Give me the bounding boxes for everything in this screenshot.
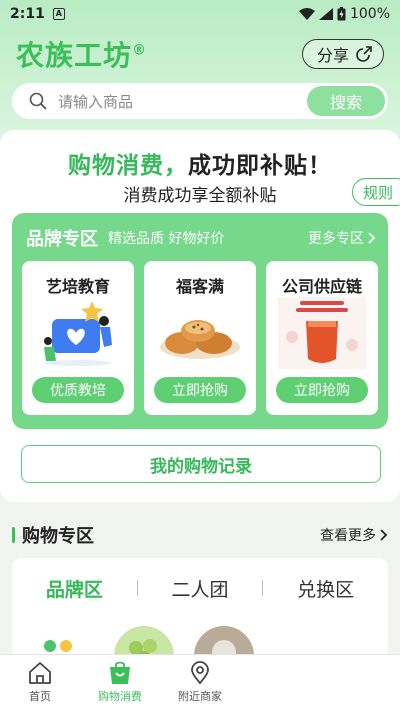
- search-bar: 请输入商品 搜索: [12, 83, 388, 119]
- chevron-right-icon: [380, 529, 388, 541]
- shopping-records-button[interactable]: 我的购物记录: [21, 445, 381, 483]
- tab-two-person-group[interactable]: 二人团: [138, 575, 263, 602]
- share-button[interactable]: 分享: [301, 39, 384, 69]
- brand-card-cta[interactable]: 立即抢购: [276, 377, 368, 403]
- home-icon: [29, 662, 51, 684]
- pastry-product-image: [160, 320, 240, 359]
- search-icon: [29, 92, 47, 110]
- status-indicators: 100%: [298, 6, 390, 22]
- promo-subtitle: 消费成功享全额补贴: [123, 186, 277, 206]
- bottom-navigation: 首页 购物消费 附近商家: [0, 654, 400, 710]
- nav-nearby-label: 附近商家: [178, 690, 222, 703]
- rules-button[interactable]: 规则: [352, 178, 400, 206]
- brand-card-education[interactable]: 艺培教育 优质教培: [22, 261, 134, 415]
- shopping-tabs: 品牌区 二人团 兑换区: [12, 568, 388, 608]
- brand-zone-more-label: 更多专区: [308, 231, 364, 247]
- search-button[interactable]: 搜索: [307, 86, 385, 116]
- app-header: 农族工坊® 分享: [0, 32, 400, 76]
- brand-card-cta[interactable]: 优质教培: [32, 377, 124, 403]
- shopping-bag-icon: [110, 661, 130, 684]
- status-time: 2:11: [10, 6, 45, 22]
- promo-title-dark: 成功即补贴！: [188, 153, 332, 179]
- battery-icon: [337, 7, 346, 21]
- product-thumbnails: [24, 622, 384, 658]
- section-accent-bar: [12, 527, 15, 543]
- brand-zone: 品牌专区 精选品质 好物好价 更多专区 艺培教育 优质教培 福客满 立即抢购 公…: [12, 213, 388, 429]
- brand-zone-more-link[interactable]: 更多专区: [308, 228, 376, 248]
- nav-home-label: 首页: [29, 690, 51, 703]
- nav-home[interactable]: 首页: [0, 655, 80, 710]
- signal-icon: [318, 8, 333, 20]
- shopping-section-more-label: 查看更多: [320, 528, 376, 544]
- promo-title-green: 购物消费，: [68, 153, 188, 179]
- shopping-tabs-card: 品牌区 二人团 兑换区: [12, 558, 388, 658]
- tab-brand-area[interactable]: 品牌区: [12, 575, 137, 602]
- shopping-section-header: 购物专区 查看更多: [12, 522, 388, 548]
- battery-level: 100%: [349, 6, 390, 22]
- honey-jar-product-image: [278, 297, 366, 369]
- registered-mark: ®: [132, 42, 148, 59]
- shopping-section-more-link[interactable]: 查看更多: [320, 525, 388, 545]
- brand-card-name: 艺培教育: [45, 277, 110, 296]
- chevron-right-icon: [368, 232, 376, 244]
- brand-zone-tagline: 精选品质 好物好价: [108, 231, 225, 247]
- brand-card-name: 公司供应链: [281, 277, 362, 296]
- brand-card-name: 福客满: [175, 277, 224, 296]
- nav-nearby[interactable]: 附近商家: [160, 655, 240, 710]
- nav-shopping[interactable]: 购物消费: [80, 655, 160, 710]
- promo-title: 购物消费，成功即补贴！: [0, 146, 400, 180]
- wifi-icon: [298, 8, 315, 20]
- nav-shopping-label: 购物消费: [98, 690, 142, 703]
- subsidy-card: 购物消费，成功即补贴！ 消费成功享全额补贴 规则 品牌专区 精选品质 好物好价 …: [0, 130, 400, 502]
- share-icon: [356, 46, 372, 62]
- shopping-section-title: 购物专区: [22, 526, 94, 547]
- app-title: 农族工坊®: [16, 34, 147, 74]
- notification-icon: A: [52, 8, 65, 20]
- app-title-text: 农族工坊: [16, 39, 133, 72]
- brand-card-fukeman[interactable]: 福客满 立即抢购: [144, 261, 256, 415]
- brand-card-cta[interactable]: 立即抢购: [154, 377, 246, 403]
- tab-exchange-area[interactable]: 兑换区: [263, 575, 388, 602]
- brand-zone-header: 品牌专区 精选品质 好物好价 更多专区: [26, 225, 376, 251]
- brand-card-supply-chain[interactable]: 公司供应链 立即抢购: [266, 261, 378, 415]
- search-input[interactable]: 请输入商品: [58, 91, 307, 112]
- status-bar: 2:11 A 100%: [0, 0, 400, 28]
- share-label: 分享: [316, 46, 349, 65]
- location-pin-icon: [191, 661, 209, 685]
- brand-zone-title: 品牌专区: [26, 229, 98, 250]
- education-illustration-icon: [44, 301, 112, 366]
